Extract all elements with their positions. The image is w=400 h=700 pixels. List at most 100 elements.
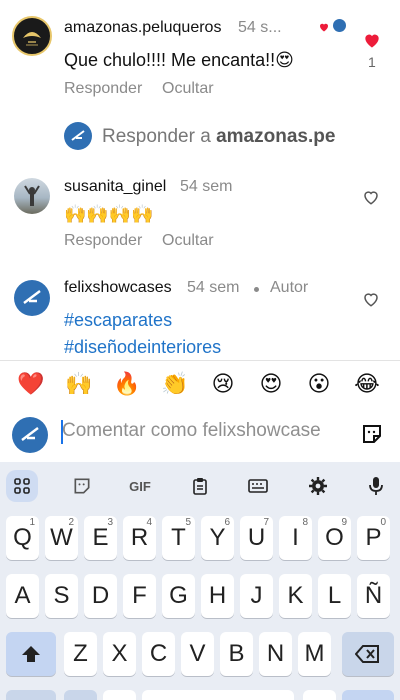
comment-input[interactable]: Comentar como felixshowcase xyxy=(62,420,350,442)
emoji-raised-hands-button[interactable]: 🙌 xyxy=(64,370,94,400)
key-label: Q xyxy=(13,524,32,551)
key-hint: 5 xyxy=(185,517,191,528)
key-hint: 2 xyxy=(68,517,74,528)
key-t[interactable]: T5 xyxy=(162,516,195,560)
gif-icon[interactable]: GIF xyxy=(124,470,156,502)
shift-key[interactable] xyxy=(6,632,56,676)
key-b[interactable]: B xyxy=(220,632,253,676)
avatar[interactable] xyxy=(14,280,50,316)
author-avatar-mini-icon xyxy=(333,19,346,32)
key-i[interactable]: I8 xyxy=(279,516,312,560)
comment-username[interactable]: felixshowcases xyxy=(64,279,172,297)
comment-username[interactable]: amazonas.peluqueros xyxy=(64,19,221,37)
emoji-surprised-button[interactable]: 😮 xyxy=(304,370,334,400)
clipboard-icon[interactable] xyxy=(184,470,216,502)
comment-time: 54 sem xyxy=(187,279,240,296)
key-l[interactable]: L xyxy=(318,574,351,618)
avatar[interactable] xyxy=(12,16,52,56)
emoji-clap-button[interactable]: 👏 xyxy=(160,370,190,400)
hashtag-link[interactable]: #escaparates xyxy=(64,310,172,331)
key-label: R xyxy=(130,524,149,551)
key-f[interactable]: F xyxy=(123,574,156,618)
space-key[interactable] xyxy=(142,690,294,700)
avatar[interactable] xyxy=(14,178,50,214)
backspace-key[interactable] xyxy=(342,632,394,676)
key-r[interactable]: R4 xyxy=(123,516,156,560)
key-w[interactable]: W2 xyxy=(45,516,78,560)
key-c[interactable]: C xyxy=(142,632,175,676)
comment-susanita: susanita_ginel 54 sem 🙌🙌🙌🙌 Responder Ocu… xyxy=(0,160,400,260)
emoji-laughing-button[interactable]: 😂 xyxy=(352,370,382,400)
sticker-icon[interactable] xyxy=(66,470,98,502)
like-heart-icon[interactable] xyxy=(362,188,382,208)
comment-text: 🙌🙌🙌🙌 xyxy=(64,204,154,225)
key-hint: 7 xyxy=(263,517,269,528)
enter-key[interactable] xyxy=(342,690,394,700)
key-y[interactable]: Y6 xyxy=(201,516,234,560)
comment-text: Que chulo!!!! Me encanta!!😍 xyxy=(64,50,294,70)
emoji-key[interactable] xyxy=(64,690,97,700)
key-x[interactable]: X xyxy=(103,632,136,676)
on-screen-keyboard: GIF Q1 W2 E3 R4 T5 Y6 U7 I8 O9 P0 A S D … xyxy=(0,462,400,700)
settings-icon[interactable] xyxy=(302,470,334,502)
key-p[interactable]: P0 xyxy=(357,516,390,560)
divider xyxy=(0,360,400,361)
key-k[interactable]: K xyxy=(279,574,312,618)
key-g[interactable]: G xyxy=(162,574,195,618)
comment-felixshowcases: felixshowcases 54 sem Autor #escaparates… xyxy=(0,268,400,360)
mic-icon[interactable] xyxy=(360,470,392,502)
key-label: W xyxy=(50,524,73,551)
reply-to-label: Responder a amazonas.pe xyxy=(102,126,335,148)
key-o[interactable]: O9 xyxy=(318,516,351,560)
key-a[interactable]: A xyxy=(6,574,39,618)
key-label: P xyxy=(365,524,382,551)
hide-button[interactable]: Ocultar xyxy=(162,232,214,250)
like-heart-icon[interactable] xyxy=(362,290,382,310)
hide-button[interactable]: Ocultar xyxy=(162,80,214,98)
key-z[interactable]: Z xyxy=(64,632,97,676)
separator-dot-icon xyxy=(254,287,259,292)
key-label: O xyxy=(325,524,344,551)
key-s[interactable]: S xyxy=(45,574,78,618)
comment-username[interactable]: susanita_ginel xyxy=(64,178,166,196)
emoji-heart-eyes-button[interactable]: 😍 xyxy=(256,370,286,400)
key-h[interactable]: H xyxy=(201,574,234,618)
key-d[interactable]: D xyxy=(84,574,117,618)
reply-button[interactable]: Responder xyxy=(64,80,142,98)
brand-logo-icon xyxy=(23,32,41,46)
key-q[interactable]: Q1 xyxy=(6,516,39,560)
symbols-key[interactable] xyxy=(6,690,56,700)
key-hint: 4 xyxy=(146,517,152,528)
reply-to-prompt[interactable]: Responder a amazonas.pe xyxy=(64,120,400,154)
keyboard-toolbar: GIF xyxy=(0,462,400,510)
key-hint: 1 xyxy=(29,517,35,528)
key-u[interactable]: U7 xyxy=(240,516,273,560)
key-label: U xyxy=(247,524,266,551)
emoji-fire-button[interactable]: 🔥 xyxy=(112,370,142,400)
key-n[interactable]: N xyxy=(259,632,292,676)
key-v[interactable]: V xyxy=(181,632,214,676)
author-badge: Autor xyxy=(270,279,309,296)
key-n-tilde[interactable]: Ñ xyxy=(357,574,390,618)
emoji-crying-button[interactable]: 😢 xyxy=(208,370,238,400)
key-hint: 6 xyxy=(224,517,230,528)
period-key[interactable] xyxy=(303,690,336,700)
like-count: 1 xyxy=(368,54,376,70)
emoji-heart-button[interactable]: ❤️ xyxy=(16,370,46,400)
key-label: I xyxy=(292,524,299,551)
keyboard-icon[interactable] xyxy=(242,470,274,502)
key-m[interactable]: M xyxy=(298,632,331,676)
hashtag-link[interactable]: #diseñodeinteriores xyxy=(64,337,221,358)
sticker-icon[interactable] xyxy=(360,422,384,451)
reply-button[interactable]: Responder xyxy=(64,232,142,250)
comma-key[interactable] xyxy=(103,690,136,700)
key-j[interactable]: J xyxy=(240,574,273,618)
apps-grid-icon[interactable] xyxy=(6,470,38,502)
key-label: T xyxy=(171,524,186,551)
gif-label: GIF xyxy=(129,478,151,494)
comment-time: 54 s... xyxy=(238,19,282,36)
comment-composer: Comentar como felixshowcase xyxy=(0,410,400,458)
key-e[interactable]: E3 xyxy=(84,516,117,560)
comment-amazonas: amazonas.peluqueros 54 s... Que chulo!!!… xyxy=(0,0,400,110)
like-heart-icon[interactable] xyxy=(362,30,382,50)
